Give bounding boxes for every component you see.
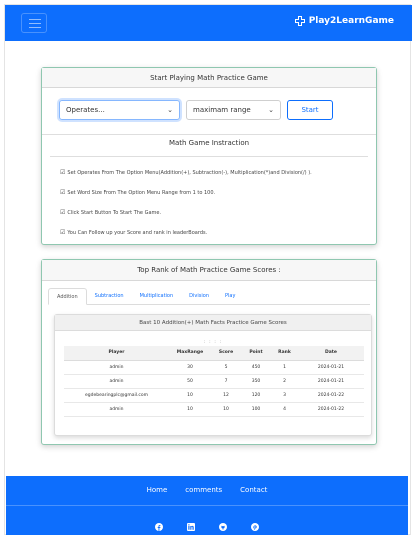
tab-play[interactable]: Play [217, 288, 243, 304]
chevron-down-icon: ⌄ [167, 106, 173, 114]
footer-nav: Home comments Contact [6, 486, 408, 494]
instruction-title: Math Game Instraction [168, 139, 250, 147]
range-select[interactable]: maximam range ⌄ [186, 100, 281, 120]
footer: Home comments Contact [6, 476, 408, 535]
checkbox-icon: ☑ [60, 229, 66, 236]
table-header-row: Player MaxRange Score Point Rank Date [64, 346, 364, 361]
column-header: Rank [271, 346, 298, 361]
leaderboard-card: Top Rank of Math Practice Game Scores : … [41, 259, 377, 445]
start-button[interactable]: Start [287, 100, 333, 120]
instruction-item: ☑ Click Start Button To Start The Game. [60, 209, 162, 217]
instruction-item: ☑ Set Word Size From The Option Menu Rang… [60, 189, 216, 197]
gamepad-icon [294, 16, 305, 26]
tab-multiplication[interactable]: Multiplication [132, 288, 182, 304]
brand-link[interactable]: Play2LearnGame [294, 16, 394, 26]
divider [50, 156, 368, 157]
instruction-item: ☑ You Can Follow up your Score and rank i… [60, 229, 208, 237]
scores-panel-title: Bast 10 Addition(+) Math Facts Practice … [55, 315, 371, 331]
table-row: admin 30 5 450 1 2024-01-21 [64, 360, 364, 375]
checkbox-icon: ☑ [60, 209, 66, 216]
checkbox-icon: ☑ [60, 169, 66, 176]
pinterest-icon[interactable] [251, 516, 259, 531]
table-row: admin 50 7 350 2 2024-01-21 [64, 374, 364, 389]
scores-table: Player MaxRange Score Point Rank Date ad… [64, 346, 364, 417]
footer-link-contact[interactable]: Contact [240, 486, 267, 494]
social-links [6, 516, 408, 531]
checkbox-icon: ☑ [60, 189, 66, 196]
column-header: MaxRange [169, 346, 211, 361]
column-header: Point [241, 346, 271, 361]
scores-panel: Bast 10 Addition(+) Math Facts Practice … [54, 314, 372, 436]
facebook-icon[interactable] [155, 516, 163, 531]
brand-name: Play2LearnGame [308, 16, 394, 26]
column-header: Date [298, 346, 364, 361]
menu-toggle-button[interactable] [21, 13, 47, 33]
table-row: admin 10 10 100 4 2024-01-22 [64, 402, 364, 417]
page-frame: Play2LearnGame Start Playing Math Practi… [4, 4, 412, 535]
tab-division[interactable]: Division [181, 288, 217, 304]
leaderboard-title: Top Rank of Math Practice Game Scores : [42, 260, 376, 281]
chevron-down-icon: ⌄ [268, 106, 274, 114]
instruction-item: ☑ Set Operates From The Option Menu(Addit… [60, 169, 312, 177]
github-icon[interactable] [219, 516, 227, 531]
linkedin-icon[interactable] [187, 516, 195, 531]
game-controls: Operates... ⌄ maximam range ⌄ Start [59, 100, 333, 122]
operation-tabs: Addition Subtraction Multiplication Divi… [48, 288, 370, 305]
drag-handle: : : : : [203, 339, 223, 345]
game-setup-card: Start Playing Math Practice Game Operate… [41, 67, 377, 245]
footer-link-comments[interactable]: comments [185, 486, 222, 494]
game-card-title: Start Playing Math Practice Game [42, 68, 376, 88]
column-header: Score [211, 346, 241, 361]
tab-addition[interactable]: Addition [48, 288, 87, 305]
range-value: maximam range [193, 106, 251, 114]
operates-select[interactable]: Operates... ⌄ [59, 100, 180, 120]
instruction-list: ☑ Set Operates From The Option Menu(Addit… [60, 170, 370, 250]
footer-divider [6, 505, 408, 506]
operates-value: Operates... [66, 106, 105, 114]
table-row: egdebearingplc@gmail.com 10 12 120 3 2024-01-… [64, 388, 364, 403]
footer-link-home[interactable]: Home [147, 486, 168, 494]
divider [42, 134, 376, 135]
tab-subtraction[interactable]: Subtraction [87, 288, 132, 304]
column-header: Player [64, 346, 169, 361]
navbar: Play2LearnGame [5, 5, 412, 41]
